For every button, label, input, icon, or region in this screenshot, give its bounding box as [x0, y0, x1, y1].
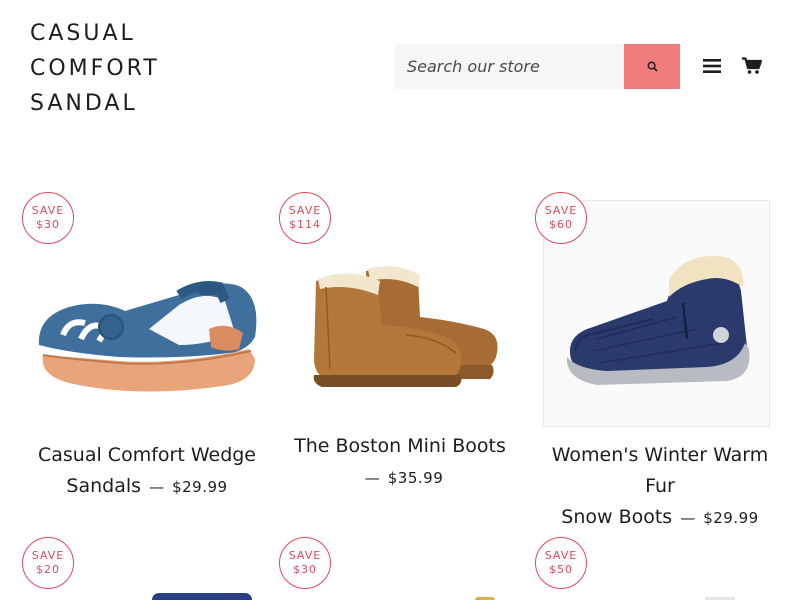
product-card[interactable]: SAVE $20 — [22, 537, 272, 600]
sale-badge: SAVE $30 — [22, 192, 74, 244]
sale-badge: SAVE $60 — [535, 192, 587, 244]
search-form — [395, 44, 680, 89]
product-price: $29.99 — [703, 509, 759, 527]
product-title-cont[interactable]: Sandals — [66, 475, 141, 497]
product-card[interactable]: SAVE $30 Casual Comfort Wedge Sandals — $2… — [22, 192, 272, 512]
cart-icon — [742, 57, 762, 74]
product-title[interactable]: Women's Winter Warm Fur — [539, 440, 781, 502]
product-card[interactable]: SAVE $60 Women's Winter Warm Fur Snow Bo… — [535, 192, 785, 528]
search-input[interactable] — [395, 44, 624, 89]
brand-line-1: CASUAL — [30, 21, 136, 46]
sale-badge: SAVE $50 — [535, 537, 587, 589]
product-image[interactable] — [22, 212, 272, 422]
search-icon — [647, 61, 658, 72]
sale-badge: SAVE $114 — [279, 192, 331, 244]
search-button[interactable] — [624, 44, 680, 89]
navy-snow-boot-image — [566, 255, 750, 385]
cart-button[interactable] — [740, 54, 764, 78]
product-title[interactable]: Casual Comfort Wedge — [22, 440, 272, 471]
product-image[interactable] — [279, 232, 519, 412]
hamburger-menu-icon — [703, 59, 721, 73]
product-info: Women's Winter Warm Fur Snow Boots — $29.9… — [539, 440, 781, 534]
product-info: Casual Comfort Wedge Sandals — $29.99 — [22, 440, 272, 503]
sale-badge: SAVE $20 — [22, 537, 74, 589]
brand-line-3: SANDAL — [30, 91, 138, 116]
product-image-partial[interactable] — [152, 593, 252, 600]
product-price: $35.99 — [387, 469, 444, 487]
site-nav-menu-button[interactable] — [700, 54, 724, 78]
product-card[interactable]: SAVE $30 — [279, 537, 529, 600]
blue-wedge-sandal-image — [38, 281, 257, 392]
product-card[interactable]: SAVE $50 — [535, 537, 785, 600]
product-title[interactable]: The Boston Mini Boots — [279, 431, 521, 462]
sale-badge: SAVE $30 — [279, 537, 331, 589]
store-logo[interactable]: CASUAL COMFORT SANDAL — [30, 16, 230, 121]
product-info: The Boston Mini Boots — $35.99 — [279, 431, 521, 494]
product-price: $29.99 — [172, 478, 228, 496]
tan-mini-boots-image — [313, 266, 498, 387]
product-card[interactable]: SAVE $114 The Boston Mini Boots — $35.99 — [279, 192, 529, 512]
brand-line-2: COMFORT — [30, 56, 160, 81]
product-title-cont[interactable]: Snow Boots — [561, 506, 672, 528]
